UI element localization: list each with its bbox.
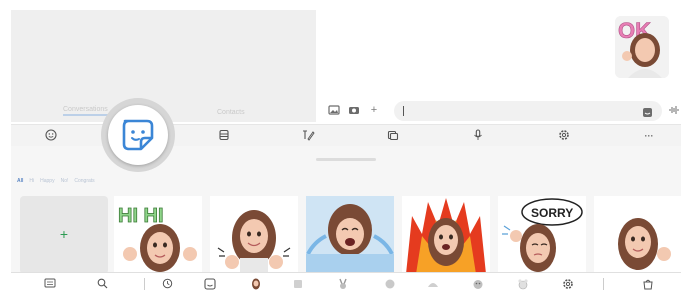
divider [603, 278, 604, 290]
filter-no[interactable]: No! [61, 178, 69, 184]
gallery-icon[interactable] [328, 104, 340, 116]
compose-bar: + [326, 101, 681, 121]
search-icon[interactable] [95, 278, 109, 290]
sticker-fire[interactable] [402, 196, 490, 274]
more-icon[interactable]: ··· [642, 129, 656, 143]
pack-icon[interactable] [291, 278, 305, 290]
handwriting-icon[interactable] [301, 129, 315, 145]
text-caret [403, 106, 404, 116]
filter-hi[interactable]: Hi [29, 178, 34, 184]
avatar-icon[interactable] [249, 278, 263, 290]
received-ok-sticker[interactable]: OK [615, 16, 669, 78]
pack-icon[interactable] [516, 278, 530, 290]
sticker-hi-text: HI HI [118, 205, 164, 227]
settings-icon[interactable] [557, 129, 571, 145]
pack-icon[interactable] [383, 278, 397, 290]
clipboard-icon[interactable] [386, 129, 400, 145]
tab-conversations[interactable]: Conversations [63, 106, 108, 116]
bunny-icon[interactable] [336, 278, 350, 290]
emoji-sticker-icon[interactable] [203, 278, 217, 290]
sticker-sorry[interactable]: SORRY [498, 196, 586, 274]
filter-all[interactable]: All [17, 178, 23, 184]
sticker-button[interactable] [108, 105, 168, 165]
filter-happy[interactable]: Happy [40, 178, 54, 184]
sticker-icon [122, 119, 154, 151]
sticker-icon[interactable] [642, 105, 653, 123]
settings-icon[interactable] [561, 278, 575, 290]
pack-icon[interactable] [426, 278, 440, 290]
sticker-filters: All Hi Happy No! Congrats [17, 178, 95, 184]
mic-icon[interactable] [471, 129, 485, 145]
gif-icon[interactable] [217, 129, 231, 145]
add-icon[interactable]: + [368, 104, 380, 116]
emoji-icon[interactable] [44, 129, 58, 145]
drag-handle[interactable] [316, 158, 376, 161]
store-icon[interactable] [641, 278, 655, 290]
pack-icon[interactable] [471, 278, 485, 290]
message-input[interactable] [394, 101, 662, 121]
sticker-thumbs-up[interactable] [210, 196, 298, 274]
sticker-category-bar [11, 272, 681, 294]
recent-icon[interactable] [160, 278, 174, 290]
sticker-wave[interactable] [594, 196, 681, 274]
camera-icon[interactable] [348, 104, 360, 116]
filter-congrats[interactable]: Congrats [74, 178, 94, 184]
sticker-sorry-text: SORRY [531, 206, 573, 220]
tab-contacts[interactable]: Contacts [217, 109, 245, 116]
keyboard-icon[interactable] [43, 278, 57, 290]
sticker-crying[interactable] [306, 196, 394, 274]
divider [144, 278, 145, 290]
add-icon: + [59, 226, 69, 242]
sticker-hi-hi[interactable]: HI HI [114, 196, 202, 274]
sticker-button-highlight[interactable] [101, 98, 175, 172]
add-sticker-button[interactable]: + [20, 196, 108, 274]
voice-wave-icon[interactable] [668, 104, 680, 116]
